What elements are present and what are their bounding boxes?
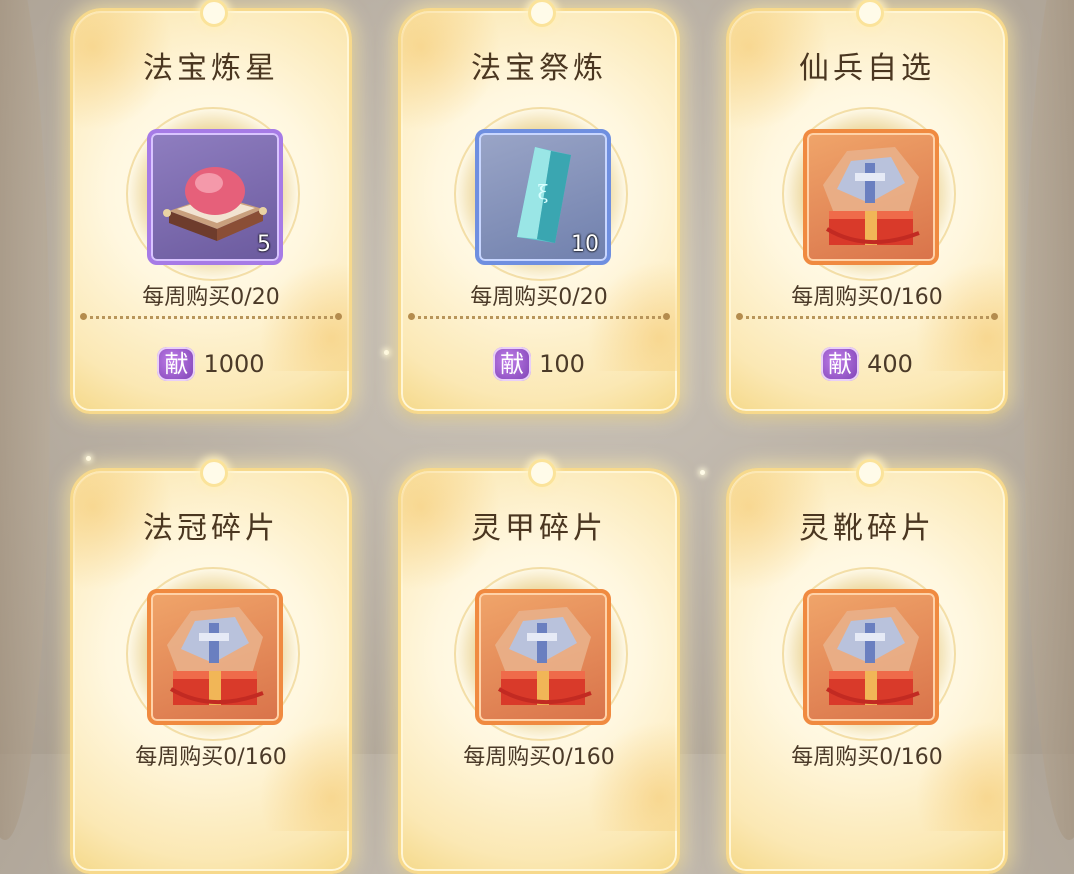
shop-item-card[interactable]: 灵靴碎片 每周购买0/160	[726, 459, 1008, 874]
card-top-ornament	[200, 459, 228, 487]
sparkle	[86, 456, 91, 461]
shop-item-card[interactable]: 仙兵自选 每周购买0/160 献 400	[726, 0, 1008, 414]
sparkle	[384, 350, 389, 355]
item-count: 10	[571, 232, 599, 257]
svg-text:ξ: ξ	[537, 180, 548, 204]
weekly-purchase-limit: 每周购买0/20	[142, 285, 280, 310]
shop-item-card[interactable]: 法宝炼星 5 每周购买0/20 献 1000	[70, 0, 352, 414]
item-title: 灵甲碎片	[471, 511, 607, 546]
item-title: 法宝祭炼	[471, 51, 607, 86]
sparkle	[700, 470, 705, 475]
offering-token-icon: 献	[821, 347, 860, 381]
item-icon[interactable]: ξ 10	[475, 129, 611, 265]
card-divider	[736, 313, 998, 320]
background-frame-right	[1024, 0, 1074, 840]
price-row: 献 100	[401, 347, 677, 381]
item-icon[interactable]: 5	[147, 129, 283, 265]
weapon-gift-box-icon	[167, 607, 264, 705]
card-top-ornament	[528, 0, 556, 27]
background-frame-left	[0, 0, 50, 840]
weekly-purchase-limit: 每周购买0/160	[791, 745, 943, 770]
weekly-purchase-limit: 每周购买0/160	[463, 745, 615, 770]
item-icon[interactable]	[803, 589, 939, 725]
price-row: 献 400	[729, 347, 1005, 381]
card-top-ornament	[528, 459, 556, 487]
price-value: 1000	[203, 350, 265, 378]
item-title: 灵靴碎片	[799, 511, 935, 546]
card-top-ornament	[200, 0, 228, 27]
item-count: 5	[257, 232, 271, 257]
shop-item-card[interactable]: 法宝祭炼 ξ 10 每周购买0/20 献 100	[398, 0, 680, 414]
weekly-purchase-limit: 每周购买0/160	[135, 745, 287, 770]
item-title: 仙兵自选	[799, 51, 935, 86]
price-row: 献 1000	[73, 347, 349, 381]
item-title: 法宝炼星	[143, 51, 279, 86]
item-title: 法冠碎片	[143, 511, 279, 546]
item-icon[interactable]	[803, 129, 939, 265]
card-top-ornament	[856, 0, 884, 27]
card-divider	[408, 313, 670, 320]
weekly-purchase-limit: 每周购买0/160	[791, 285, 943, 310]
item-icon[interactable]	[475, 589, 611, 725]
item-icon[interactable]	[147, 589, 283, 725]
shop-item-card[interactable]: 灵甲碎片 每周购买0/160	[398, 459, 680, 874]
weapon-gift-box-icon	[495, 607, 592, 705]
weapon-gift-box-icon	[823, 607, 920, 705]
offering-token-icon: 献	[157, 347, 196, 381]
offering-token-icon: 献	[493, 347, 532, 381]
price-value: 100	[539, 350, 585, 378]
card-divider	[80, 313, 342, 320]
weekly-purchase-limit: 每周购买0/20	[470, 285, 608, 310]
card-top-ornament	[856, 459, 884, 487]
price-value: 400	[867, 350, 913, 378]
weapon-gift-box-icon	[823, 147, 920, 245]
shop-item-card[interactable]: 法冠碎片 每周购买0/160	[70, 459, 352, 874]
